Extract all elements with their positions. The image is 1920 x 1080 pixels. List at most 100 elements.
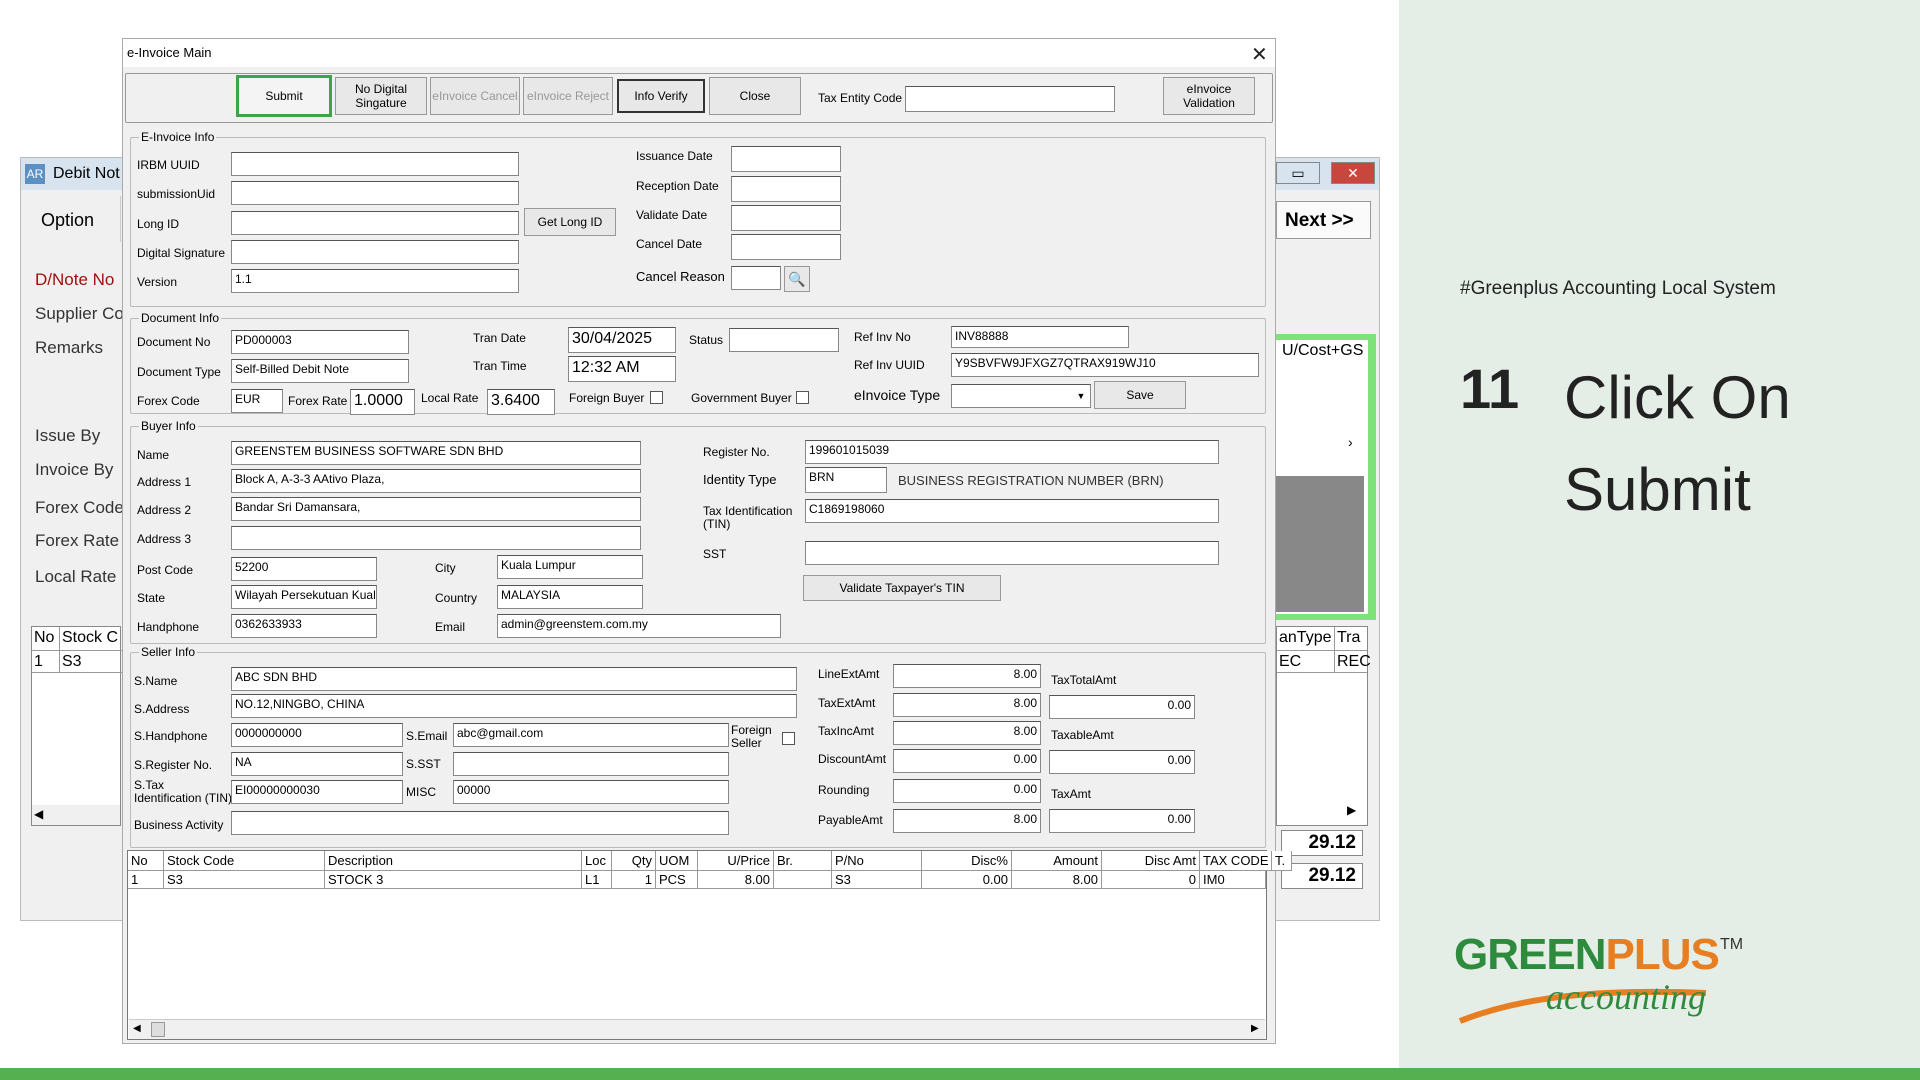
- buyer-register-no-input[interactable]: 199601015039: [805, 440, 1219, 464]
- document-type-input[interactable]: Self-Billed Debit Note: [231, 359, 409, 383]
- tran-time-input[interactable]: 12:32 AM: [568, 356, 676, 382]
- ref-inv-no-input[interactable]: INV88888: [951, 326, 1129, 348]
- buyer-address1-input[interactable]: Block A, A-3-3 AAtivo Plaza,: [231, 469, 641, 493]
- reception-date-input[interactable]: [731, 176, 841, 202]
- buyer-city-input[interactable]: Kuala Lumpur: [497, 555, 643, 579]
- forex-code-input[interactable]: EUR: [231, 389, 283, 413]
- buyer-state-input[interactable]: Wilayah Persekutuan Kuala Lumpur: [231, 585, 377, 609]
- seller-name-input[interactable]: ABC SDN BHD: [231, 667, 797, 691]
- seller-handphone-input[interactable]: 0000000000: [231, 723, 403, 747]
- issuance-date-input[interactable]: [731, 146, 841, 172]
- seller-sst-input[interactable]: [453, 752, 729, 776]
- irbm-uuid-input[interactable]: [231, 152, 519, 176]
- buyer-sst-input[interactable]: [805, 541, 1219, 565]
- grid-header[interactable]: Stock Code: [164, 851, 325, 871]
- next-button[interactable]: Next >>: [1276, 201, 1371, 239]
- foreign-seller-checkbox[interactable]: [782, 732, 795, 745]
- buyer-postcode-input[interactable]: 52200: [231, 557, 377, 581]
- buyer-address3-input[interactable]: [231, 526, 641, 550]
- einvoice-reject-button[interactable]: eInvoice Reject: [523, 77, 613, 115]
- local-rate-input[interactable]: 3.6400: [487, 389, 555, 415]
- seller-tin-input[interactable]: EI00000000030: [231, 780, 403, 804]
- scroll-left-icon[interactable]: ◀: [32, 805, 120, 825]
- scroll-left-icon[interactable]: ◀: [133, 1023, 141, 1034]
- ref-inv-uuid-input[interactable]: Y9SBVFW9JFXGZ7QTRAX919WJ10: [951, 353, 1259, 377]
- einvoice-type-select[interactable]: [951, 384, 1091, 408]
- taxable-amt-input[interactable]: 0.00: [1049, 750, 1195, 774]
- grid-header[interactable]: T.: [1272, 851, 1292, 871]
- buyer-email-input[interactable]: admin@greenstem.com.my: [497, 614, 781, 638]
- grid-header[interactable]: P/No: [832, 851, 922, 871]
- restore-icon[interactable]: ▭: [1276, 162, 1320, 184]
- discount-amt-input[interactable]: 0.00: [893, 749, 1041, 773]
- grid-cell[interactable]: 0: [1102, 871, 1200, 889]
- grid-header[interactable]: Disc Amt: [1102, 851, 1200, 871]
- grid-header[interactable]: Disc%: [922, 851, 1012, 871]
- validate-date-input[interactable]: [731, 205, 841, 231]
- close-icon[interactable]: ✕: [1251, 42, 1268, 67]
- grid-header[interactable]: TAX CODE: [1200, 851, 1272, 871]
- submit-button[interactable]: Submit: [236, 75, 332, 117]
- grid-header[interactable]: Loc: [582, 851, 612, 871]
- rounding-input[interactable]: 0.00: [893, 779, 1041, 803]
- grid-header[interactable]: Qty: [612, 851, 656, 871]
- grid-cell[interactable]: 8.00: [1012, 871, 1102, 889]
- version-input[interactable]: 1.1: [231, 269, 519, 293]
- scroll-right-icon[interactable]: ▶: [1251, 1023, 1259, 1034]
- grid-header[interactable]: Br.: [774, 851, 832, 871]
- buyer-country-input[interactable]: MALAYSIA: [497, 585, 643, 609]
- grid-cell[interactable]: 8.00: [698, 871, 774, 889]
- einvoice-cancel-button[interactable]: eInvoice Cancel: [430, 77, 520, 115]
- tax-amt-input[interactable]: 0.00: [1049, 809, 1195, 833]
- einvoice-validation-button[interactable]: eInvoice Validation: [1163, 77, 1255, 115]
- identity-type-input[interactable]: BRN: [805, 467, 887, 493]
- forex-rate-input[interactable]: 1.0000: [350, 389, 415, 415]
- get-long-id-button[interactable]: Get Long ID: [524, 208, 616, 236]
- no-digital-signature-button[interactable]: No Digital Singature: [335, 77, 427, 115]
- line-ext-amt-input[interactable]: 8.00: [893, 664, 1041, 688]
- tax-ext-amt-input[interactable]: 8.00: [893, 693, 1041, 717]
- horizontal-scrollbar[interactable]: ◀ ▶: [129, 1019, 1265, 1039]
- long-id-input[interactable]: [231, 211, 519, 235]
- status-input[interactable]: [729, 328, 839, 352]
- grid-header[interactable]: Description: [325, 851, 582, 871]
- buyer-tin-input[interactable]: C1869198060: [805, 499, 1219, 523]
- close-icon[interactable]: ✕: [1331, 162, 1375, 184]
- scrollbar-thumb[interactable]: [151, 1022, 165, 1037]
- scroll-right-icon[interactable]: ▶: [1347, 803, 1356, 817]
- grid-header[interactable]: U/Price: [698, 851, 774, 871]
- close-button[interactable]: Close: [709, 77, 801, 115]
- tax-total-amt-input[interactable]: 0.00: [1049, 695, 1195, 719]
- grid-header[interactable]: No: [128, 851, 164, 871]
- validate-taxpayer-tin-button[interactable]: Validate Taxpayer's TIN: [803, 575, 1001, 601]
- info-verify-button[interactable]: Info Verify: [617, 79, 705, 113]
- buyer-address2-input[interactable]: Bandar Sri Damansara,: [231, 497, 641, 521]
- foreign-buyer-checkbox[interactable]: [650, 391, 663, 404]
- digital-signature-input[interactable]: [231, 240, 519, 264]
- submission-uid-input[interactable]: [231, 181, 519, 205]
- seller-email-input[interactable]: abc@gmail.com: [453, 723, 729, 747]
- grid-cell[interactable]: 1: [612, 871, 656, 889]
- grid-cell[interactable]: PCS: [656, 871, 698, 889]
- grid-cell[interactable]: S3: [164, 871, 325, 889]
- business-activity-input[interactable]: [231, 811, 729, 835]
- tax-inc-amt-input[interactable]: 8.00: [893, 721, 1041, 745]
- buyer-name-input[interactable]: GREENSTEM BUSINESS SOFTWARE SDN BHD: [231, 441, 641, 465]
- buyer-handphone-input[interactable]: 0362633933: [231, 614, 377, 638]
- tran-date-input[interactable]: 30/04/2025: [568, 327, 676, 353]
- document-no-input[interactable]: PD000003: [231, 330, 409, 354]
- seller-address-input[interactable]: NO.12,NINGBO, CHINA: [231, 694, 797, 718]
- grid-header[interactable]: UOM: [656, 851, 698, 871]
- grid-cell[interactable]: L1: [582, 871, 612, 889]
- grid-cell[interactable]: STOCK 3: [325, 871, 582, 889]
- grid-header[interactable]: Amount: [1012, 851, 1102, 871]
- search-icon[interactable]: 🔍: [784, 266, 810, 292]
- grid-cell[interactable]: [774, 871, 832, 889]
- save-button[interactable]: Save: [1094, 381, 1186, 409]
- cancel-reason-input[interactable]: [731, 266, 781, 290]
- tax-entity-code-input[interactable]: [905, 86, 1115, 112]
- grid-cell[interactable]: S3: [832, 871, 922, 889]
- seller-misc-input[interactable]: 00000: [453, 780, 729, 804]
- seller-register-no-input[interactable]: NA: [231, 752, 403, 776]
- chevron-down-icon[interactable]: ▼: [1073, 386, 1089, 406]
